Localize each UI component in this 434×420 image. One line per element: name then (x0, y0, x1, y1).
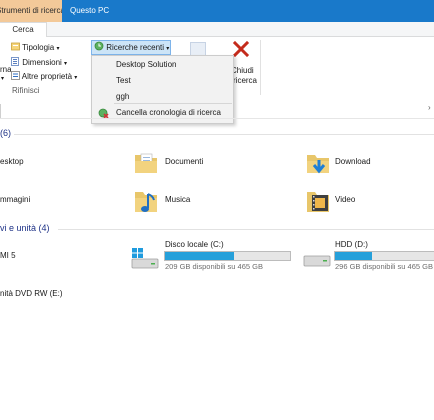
ribbon-tab-strip (0, 0, 434, 22)
drive-c-usage-fill (165, 252, 234, 260)
drive-c-usage-bar (164, 251, 291, 261)
folder-desktop[interactable]: esktop (0, 157, 24, 166)
drive-d-name[interactable]: HDD (D:) (335, 240, 368, 249)
chevron-down-icon: ▾ (56, 46, 60, 52)
other-properties-button[interactable]: Altre proprietà ▾ (11, 71, 77, 84)
chevron-down-icon: ▾ (1, 76, 5, 82)
chevron-right-icon[interactable]: › (428, 103, 431, 112)
folders-section-header[interactable]: (6) (0, 128, 11, 138)
close-search-button[interactable] (232, 40, 250, 60)
device-phone[interactable]: MI 5 (0, 251, 16, 260)
tab-search[interactable]: Cerca (0, 22, 47, 37)
menu-item-recent-2[interactable]: Test (116, 76, 131, 85)
device-dvd-drive[interactable]: nità DVD RW (E:) (0, 289, 63, 298)
tab-search-tools[interactable]: Strumenti di ricerca (0, 0, 62, 22)
drive-d-usage-fill (335, 252, 372, 260)
ribbon-cut-label: rna (0, 65, 12, 74)
devices-section-header[interactable]: vi e unità (4) (0, 223, 50, 233)
music-folder-icon[interactable] (133, 187, 159, 217)
address-bar-row: › (0, 103, 434, 119)
size-label: Dimensioni (22, 58, 62, 67)
menu-item-recent-3[interactable]: ggh (116, 92, 129, 101)
tab-this-pc[interactable]: Questo PC (70, 0, 109, 22)
properties-icon (11, 71, 20, 80)
drive-d-usage-bar (334, 251, 434, 261)
folder-documents[interactable]: Documenti (165, 157, 203, 166)
recent-searches-label: Ricerche recenti (106, 43, 165, 52)
windows-drive-icon[interactable] (130, 246, 160, 272)
type-icon (11, 42, 20, 51)
folder-videos[interactable]: Video (335, 195, 355, 204)
documents-folder-icon[interactable] (133, 150, 159, 178)
size-button[interactable]: Dimensioni ▾ (11, 57, 67, 70)
drive-c-free-space: 209 GB disponibili su 465 GB (165, 262, 263, 271)
group-separator (260, 40, 261, 95)
section-divider (58, 229, 434, 230)
chevron-down-icon: ▾ (74, 75, 78, 81)
type-button[interactable]: Tipologia ▾ (11, 42, 60, 55)
close-icon (232, 40, 250, 58)
drive-d-free-space: 296 GB disponibili su 465 GB (335, 262, 433, 271)
menu-item-recent-1[interactable]: Desktop Solution (116, 60, 176, 69)
size-icon (11, 57, 19, 66)
address-bar[interactable] (0, 104, 1, 118)
download-folder-icon[interactable] (305, 150, 331, 178)
group-label-refine: Rifinisci (12, 86, 40, 95)
recent-search-icon (94, 41, 104, 51)
type-label: Tipologia (22, 43, 55, 52)
hard-drive-icon[interactable] (302, 248, 332, 272)
drive-c-name[interactable]: Disco locale (C:) (165, 240, 224, 249)
video-folder-icon[interactable] (305, 187, 331, 217)
recent-searches-button[interactable]: Ricerche recenti ▾ (91, 40, 171, 55)
section-divider (14, 134, 434, 135)
folder-music[interactable]: Musica (165, 195, 190, 204)
other-properties-label: Altre proprietà (21, 72, 73, 81)
close-search-label-2: ricerca (233, 76, 258, 85)
chevron-down-icon: ▾ (166, 46, 170, 52)
folder-download[interactable]: Download (335, 157, 371, 166)
folder-pictures[interactable]: mmagini (0, 195, 30, 204)
chevron-down-icon: ▾ (64, 61, 68, 67)
